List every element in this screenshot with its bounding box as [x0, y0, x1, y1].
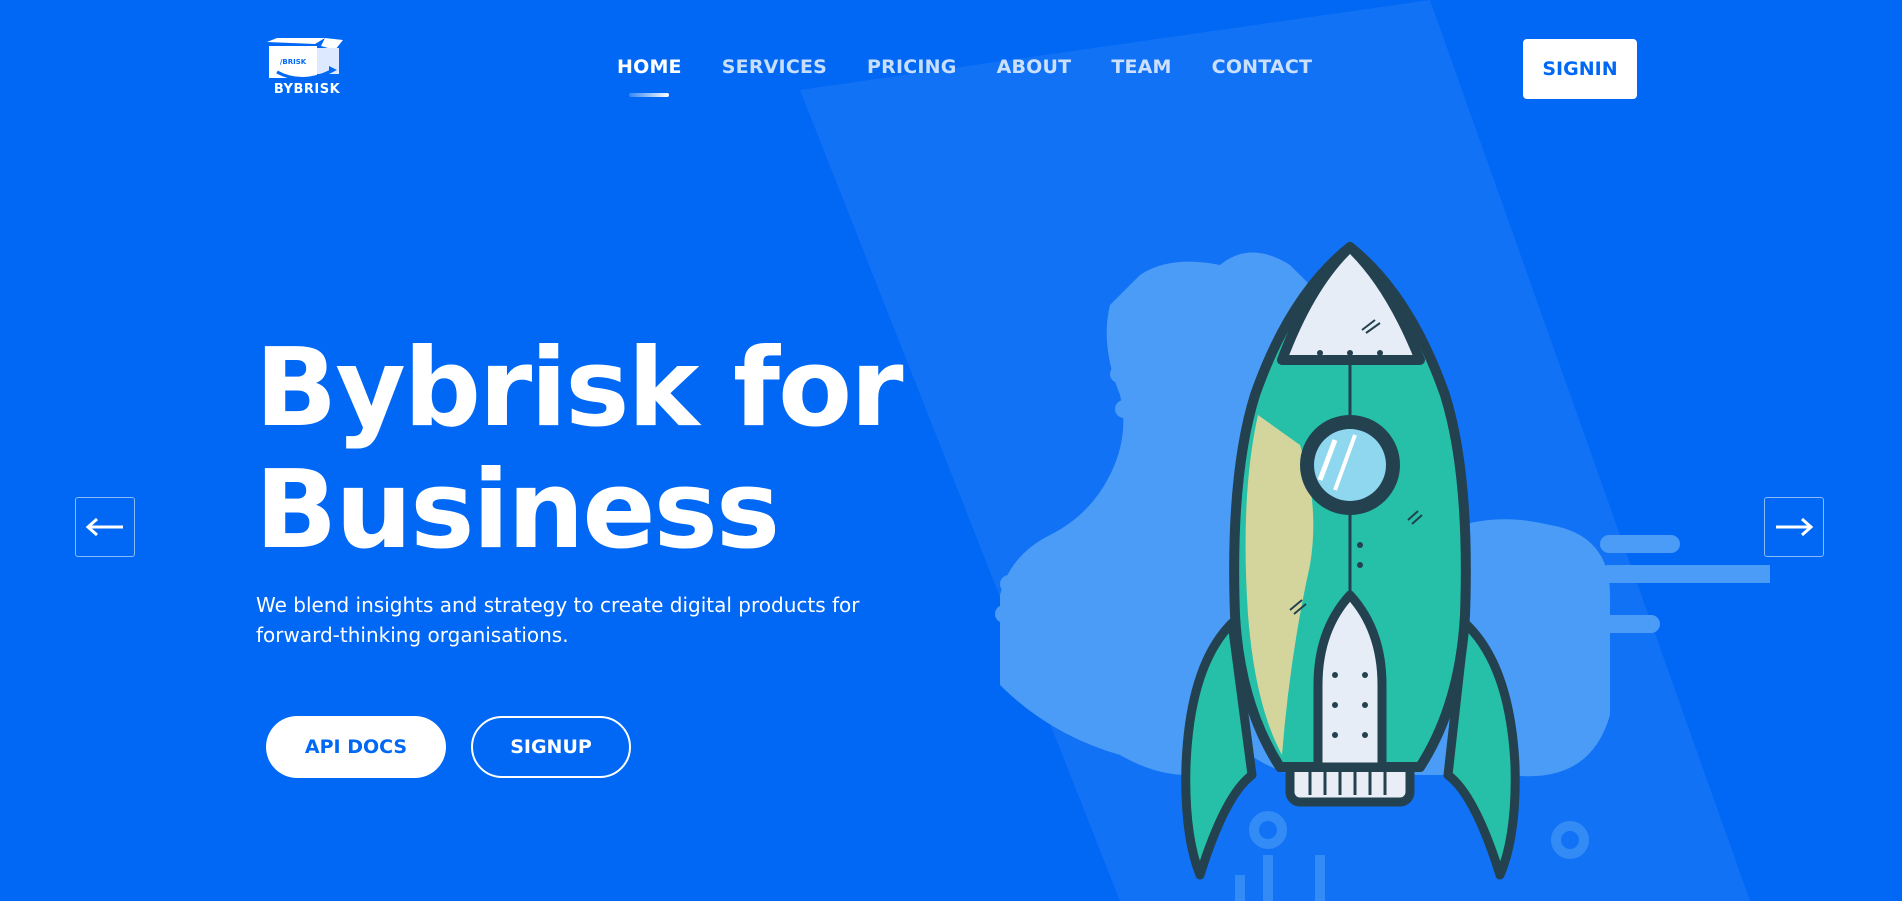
hero-subtitle: We blend insights and strategy to create…: [256, 593, 860, 647]
ground-decoration: [1235, 811, 1589, 901]
hero-title-line1: Bybrisk for: [255, 326, 903, 451]
arrow-right-icon: [1776, 517, 1814, 537]
logo-box-text: /BRISK: [280, 58, 307, 66]
arrow-left-icon: [85, 517, 123, 537]
nav-item-pricing[interactable]: PRICING: [867, 56, 957, 78]
nav-item-team[interactable]: TEAM: [1111, 56, 1171, 78]
nav-item-services[interactable]: SERVICES: [722, 56, 827, 78]
hero-title: Bybrisk for Business: [255, 326, 903, 573]
prev-slide-button[interactable]: [75, 497, 135, 557]
hero-title-line2: Business: [255, 448, 780, 573]
main-nav: HOME SERVICES PRICING ABOUT TEAM CONTACT: [617, 56, 1313, 97]
signup-button[interactable]: SIGNUP: [471, 716, 631, 778]
next-slide-button[interactable]: [1764, 497, 1824, 557]
rocket-illustration: [995, 242, 1770, 901]
rocket-door: [1313, 590, 1387, 772]
hero-section: /BRISK BYBRISK HOME SERVICES PRICING ABO…: [0, 0, 1902, 901]
brand-name: BYBRISK: [273, 82, 341, 97]
nav-item-contact[interactable]: CONTACT: [1212, 56, 1313, 78]
signin-button[interactable]: SIGNIN: [1523, 39, 1637, 99]
api-docs-button[interactable]: API DOCS: [266, 716, 446, 778]
nav-item-home[interactable]: HOME: [617, 56, 682, 97]
nav-item-about[interactable]: ABOUT: [997, 56, 1072, 78]
